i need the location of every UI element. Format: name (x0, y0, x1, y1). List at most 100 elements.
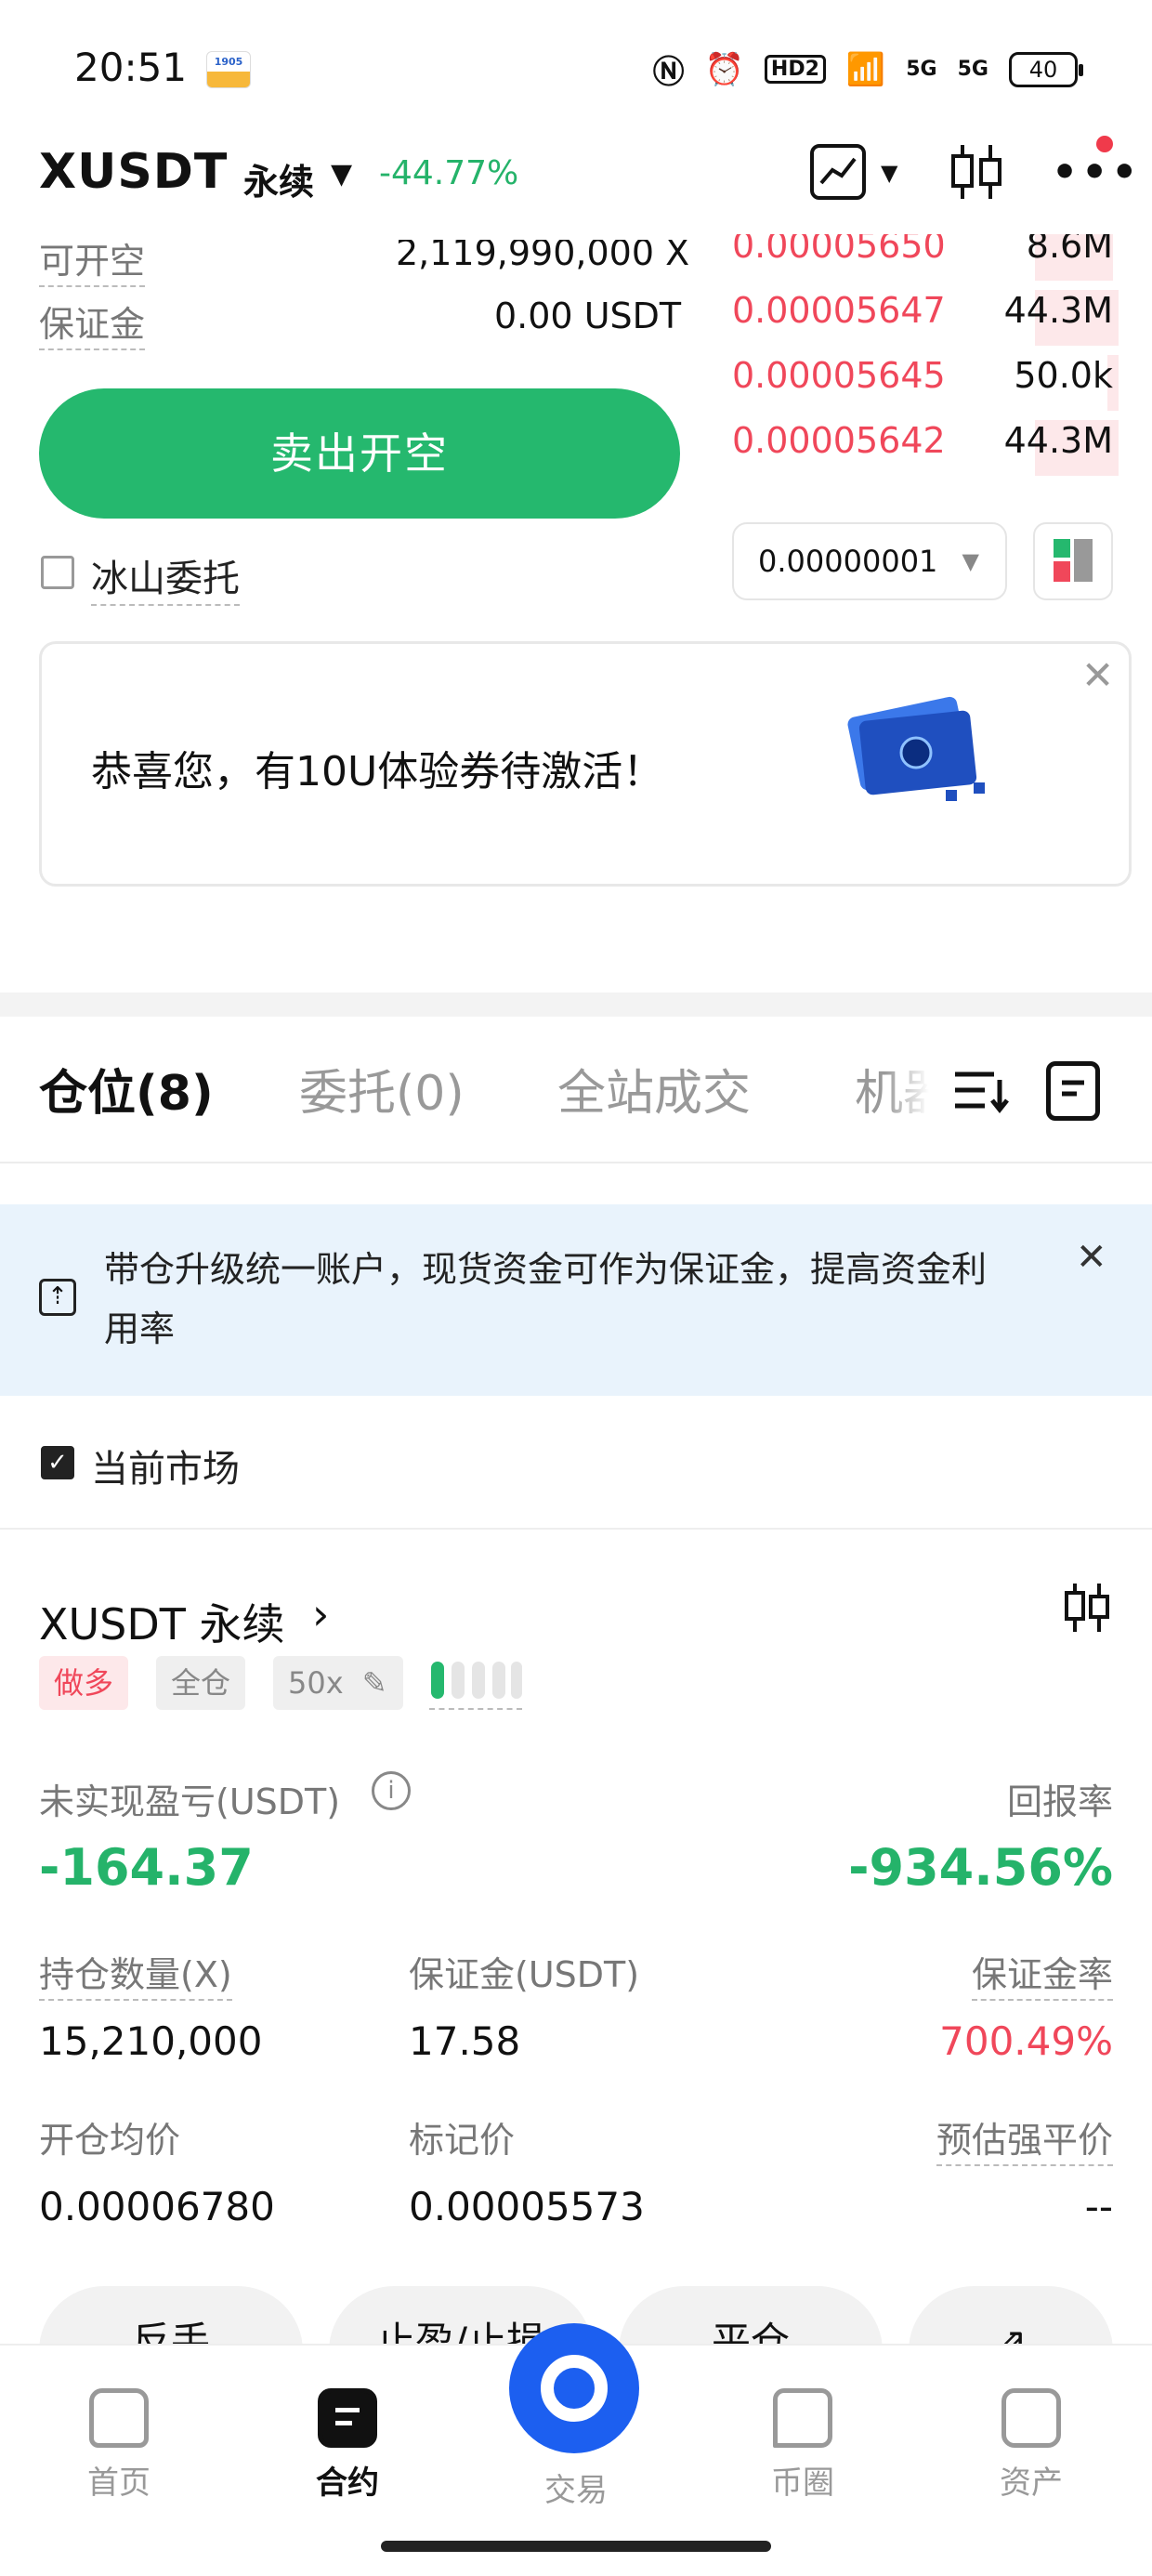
tab-bots[interactable]: 机器 (855, 1054, 929, 1124)
ask-row[interactable]: 0.00005642 44.3M (732, 420, 1119, 476)
nfc-icon: Ⓝ (652, 54, 685, 91)
nav-contract[interactable]: 合约 (282, 2388, 412, 2503)
sort-filter-icon[interactable] (953, 1067, 1009, 1114)
signal-5g-icon: 5G (906, 58, 937, 81)
position-margin-label: 保证金(USDT) (409, 1954, 640, 1995)
ask-size: 44.3M (1003, 420, 1113, 461)
home-indicator[interactable] (381, 2541, 771, 2552)
position-tabs: 仓位(8) 委托(0) 全站成交 机器 (0, 1017, 1152, 1163)
home-icon (89, 2388, 149, 2448)
tab-positions[interactable]: 仓位(8) (39, 1054, 214, 1124)
unrealized-pnl-value: -164.37 (39, 1838, 254, 1897)
position-qty-value: 15,210,000 (39, 2018, 263, 2064)
close-icon[interactable]: ✕ (1076, 1236, 1107, 1279)
precision-value: 0.00000001 (758, 544, 938, 579)
position-qty-label: 持仓数量(X) (39, 1946, 232, 2001)
contract-icon (318, 2388, 377, 2448)
nav-community[interactable]: 币圈 (738, 2388, 868, 2503)
cross-margin-tag: 全仓 (156, 1656, 246, 1710)
chart-icon[interactable] (810, 144, 866, 200)
nav-label: 资产 (1000, 2464, 1063, 2502)
trade-icon (541, 2355, 608, 2422)
signal-5g-icon-2: 5G (957, 58, 988, 81)
notice-text: 带仓升级统一账户，现货资金可作为保证金，提高资金利用率 (104, 1249, 988, 1349)
status-time: 20:51 (74, 45, 188, 90)
alarm-icon: ⏰ (704, 50, 744, 88)
battery-icon: 40 (1009, 51, 1083, 87)
notification-dot (1096, 136, 1113, 152)
leverage-tag[interactable]: 50x ✎ (273, 1656, 403, 1710)
chart-dropdown-icon[interactable]: ▼ (881, 160, 897, 186)
section-divider (0, 992, 1152, 1017)
chevron-right-icon[interactable]: › (312, 1589, 329, 1639)
more-icon[interactable]: ••• (1052, 149, 1141, 196)
contract-type[interactable]: 永续 (243, 153, 314, 204)
trade-fab[interactable] (509, 2323, 639, 2453)
promo-text: 恭喜您，有10U体验券待激活！ (91, 748, 664, 795)
chevron-down-icon: ▼ (962, 548, 979, 574)
liq-price-label: 预估强平价 (936, 2111, 1113, 2166)
ask-row[interactable]: 0.00005645 50.0k (732, 355, 1119, 411)
info-icon[interactable]: i (372, 1771, 411, 1810)
tab-market-trades[interactable]: 全站成交 (557, 1054, 751, 1124)
unrealized-pnl-label: 未实现盈亏(USDT) (39, 1781, 341, 1822)
symbol-dropdown-icon[interactable]: ▼ (331, 158, 352, 191)
ask-size: 8.6M (1026, 225, 1113, 266)
current-market-label[interactable]: 当前市场 (91, 1439, 240, 1492)
app-badge-icon: 1905 (206, 51, 251, 88)
wallet-icon (1001, 2388, 1061, 2448)
ask-price: 0.00005642 (732, 420, 946, 461)
margin-ratio-value: 700.49% (939, 2018, 1113, 2064)
orderbook-layout-button[interactable] (1033, 522, 1113, 600)
hd-icon: HD2 (764, 55, 826, 84)
nav-assets[interactable]: 资产 (966, 2388, 1096, 2503)
ask-row[interactable]: 0.00005650 8.6M (732, 225, 1113, 281)
edit-icon[interactable]: ✎ (362, 1665, 387, 1701)
mark-price-value: 0.00005573 (409, 2184, 645, 2229)
current-market-checkbox[interactable]: ✓ (41, 1446, 74, 1479)
available-short-value: 2,119,990,000 X (396, 232, 690, 273)
ask-size: 44.3M (1003, 290, 1113, 331)
nav-home[interactable]: 首页 (54, 2388, 184, 2503)
position-margin-value: 17.58 (409, 2018, 521, 2064)
adl-indicator[interactable] (429, 1658, 522, 1710)
wifi-icon: 📶 (845, 50, 886, 88)
status-bar: 20:51 1905 Ⓝ ⏰ HD2 📶 5G 5G 40 (0, 0, 1152, 139)
iceberg-label[interactable]: 冰山委托 (91, 548, 240, 606)
margin-ratio-label: 保证金率 (971, 1946, 1113, 2001)
margin-label: 保证金 (39, 296, 146, 350)
voucher-illustration-icon (844, 678, 1001, 818)
status-icons: Ⓝ ⏰ HD2 📶 5G 5G 40 (652, 46, 1083, 92)
nav-label[interactable]: 交易 (520, 2464, 632, 2510)
mark-price-label: 标记价 (409, 2120, 516, 2161)
price-change: -44.77% (379, 154, 519, 192)
tab-orders[interactable]: 委托(0) (299, 1054, 465, 1124)
candlestick-icon[interactable] (1061, 1580, 1113, 1636)
ask-price: 0.00005650 (732, 225, 946, 266)
nav-label: 币圈 (771, 2464, 834, 2502)
nav-label: 首页 (87, 2464, 151, 2502)
roe-value: -934.56% (848, 1838, 1113, 1897)
nav-label: 合约 (316, 2464, 379, 2502)
entry-price-value: 0.00006780 (39, 2184, 275, 2229)
entry-price-label: 开仓均价 (39, 2120, 181, 2161)
community-icon (773, 2388, 832, 2448)
liq-price-value: -- (1084, 2184, 1113, 2229)
divider (0, 1528, 1152, 1530)
ask-size: 50.0k (1014, 355, 1113, 396)
close-icon[interactable]: ✕ (1081, 652, 1114, 698)
sell-open-short-button[interactable]: 卖出开空 (39, 388, 680, 519)
symbol-title[interactable]: XUSDT (39, 144, 228, 200)
precision-select[interactable]: 0.00000001 ▼ (732, 522, 1007, 600)
ask-price: 0.00005647 (732, 290, 946, 331)
iceberg-checkbox[interactable] (41, 556, 74, 589)
history-icon[interactable] (1046, 1061, 1100, 1121)
available-short-label: 可开空 (39, 240, 146, 287)
upgrade-icon: ⇡ (39, 1279, 76, 1316)
ask-row[interactable]: 0.00005647 44.3M (732, 290, 1119, 346)
roe-label: 回报率 (1006, 1781, 1113, 1822)
ask-price: 0.00005645 (732, 355, 946, 396)
position-title[interactable]: XUSDT 永续 (39, 1591, 285, 1652)
candlestick-icon[interactable] (944, 139, 1009, 204)
margin-value: 0.00 USDT (494, 296, 682, 336)
